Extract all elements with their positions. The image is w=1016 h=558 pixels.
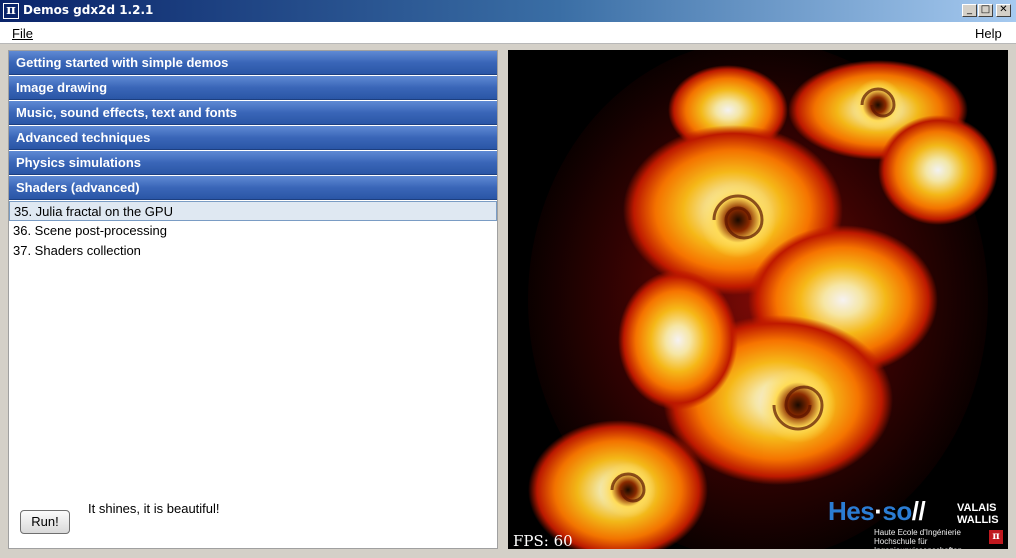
fps-counter: FPS: 60 xyxy=(513,532,573,549)
menu-help[interactable]: Help xyxy=(975,26,1002,41)
category-shaders[interactable]: Shaders (advanced) xyxy=(9,176,497,200)
menu-file[interactable]: File xyxy=(12,26,33,41)
demo-item-scene-post-processing[interactable]: 36. Scene post-processing xyxy=(9,221,497,241)
run-button[interactable]: Run! xyxy=(20,510,70,534)
app-pi-icon[interactable]: π xyxy=(3,3,19,19)
hes-so-logo: Hes·so// VALAIS WALLIS Haute Ecole d'Ingé… xyxy=(826,496,1006,549)
minimize-button[interactable]: _ xyxy=(962,4,977,17)
demo-viewer[interactable]: FPS: 60 Hes·so// VALAIS WALLIS Haute Ecol… xyxy=(508,50,1008,549)
demo-description: It shines, it is beautiful! xyxy=(88,501,220,516)
window-title: Demos gdx2d 1.2.1 xyxy=(23,3,154,17)
category-image-drawing[interactable]: Image drawing xyxy=(9,76,497,100)
title-bar: π Demos gdx2d 1.2.1 _ □ ✕ xyxy=(0,0,1016,22)
pi-logo-icon: π xyxy=(989,530,1003,544)
category-getting-started[interactable]: Getting started with simple demos xyxy=(9,51,497,75)
category-physics-simulations[interactable]: Physics simulations xyxy=(9,151,497,175)
category-advanced-techniques[interactable]: Advanced techniques xyxy=(9,126,497,150)
julia-fractal-image xyxy=(508,50,1008,549)
maximize-button[interactable]: □ xyxy=(978,4,993,17)
close-button[interactable]: ✕ xyxy=(996,4,1011,17)
demo-item-julia-fractal[interactable]: 35. Julia fractal on the GPU xyxy=(9,201,497,221)
category-music-sound-text[interactable]: Music, sound effects, text and fonts xyxy=(9,101,497,125)
demo-list-panel: Getting started with simple demos Image … xyxy=(8,50,498,549)
demo-item-shaders-collection[interactable]: 37. Shaders collection xyxy=(9,241,497,261)
menu-bar: File Help xyxy=(0,22,1016,44)
